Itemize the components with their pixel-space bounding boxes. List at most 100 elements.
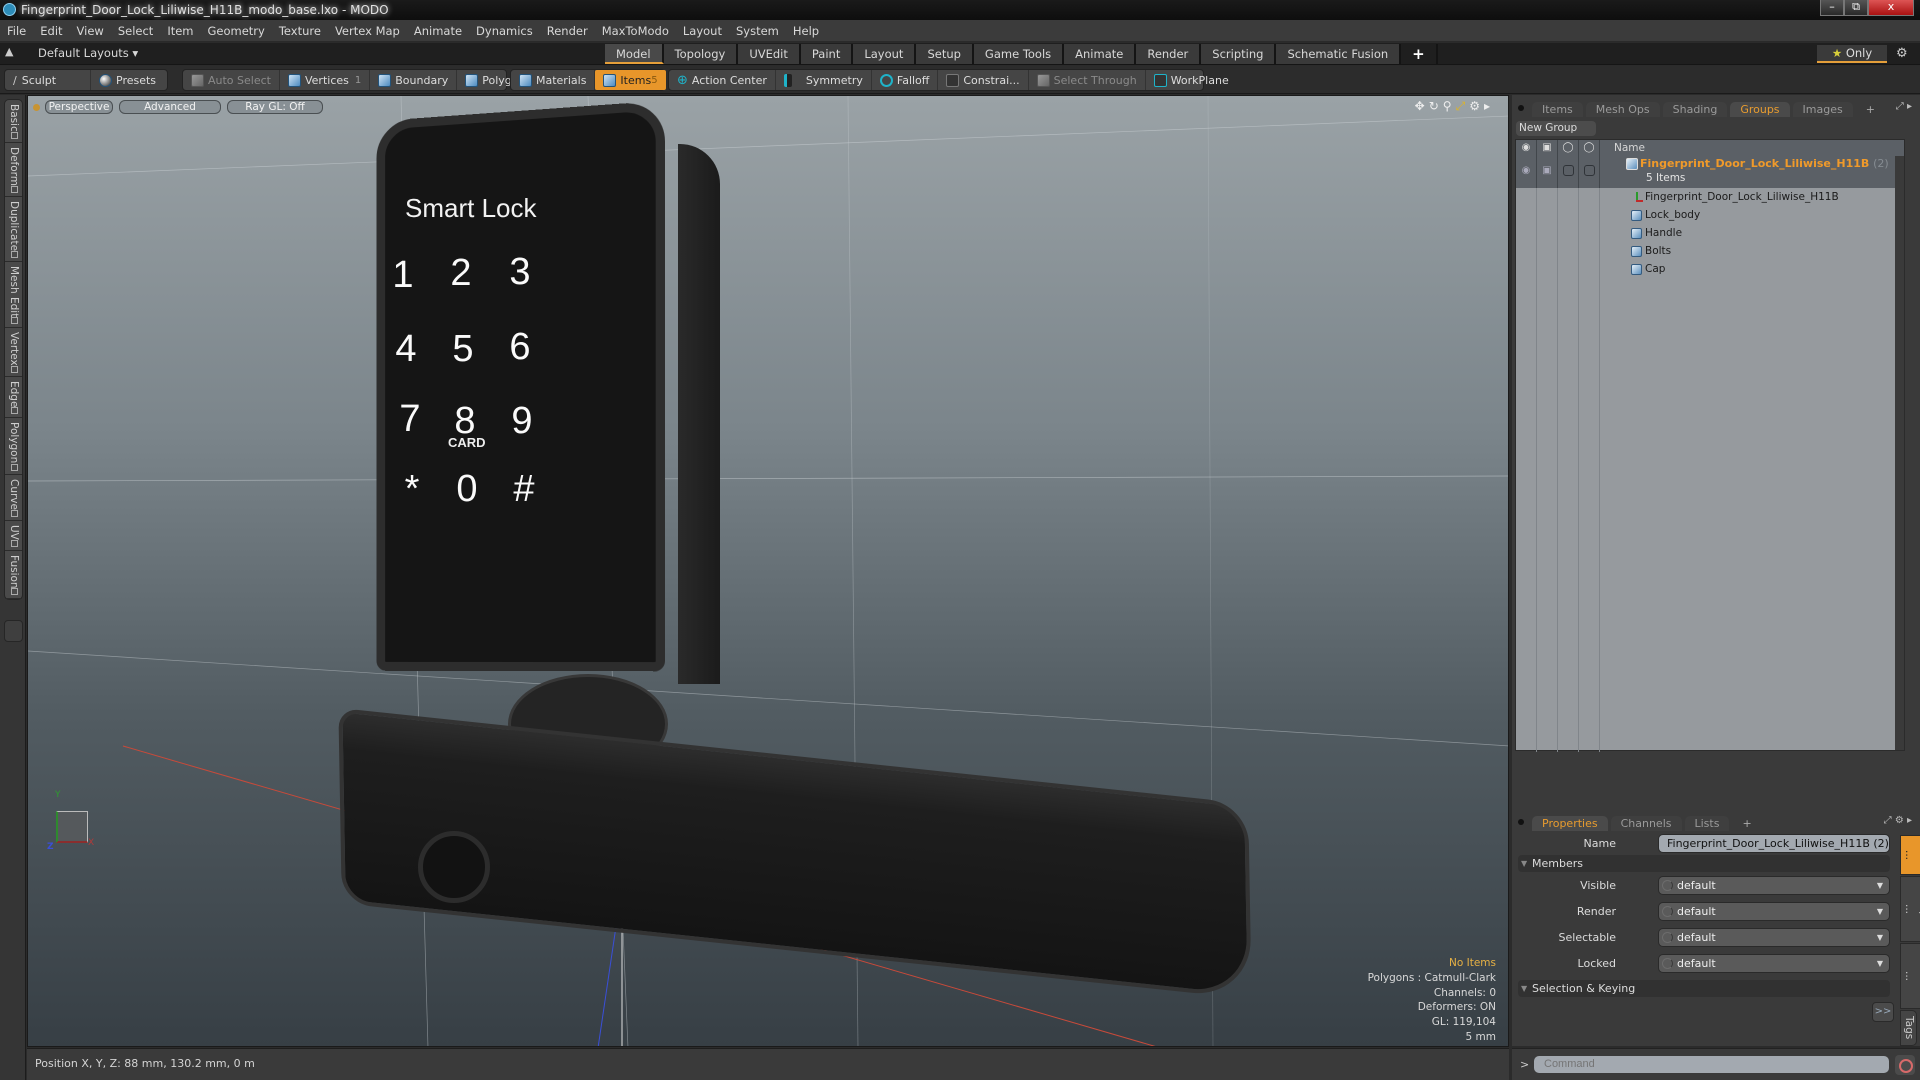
zoom-icon[interactable]: ⚲ [1443, 99, 1452, 114]
vtab-mesh-edit[interactable]: Mesh Edit [5, 262, 22, 329]
group-render-camera-icon[interactable]: ▣ [1537, 156, 1558, 188]
vtab-vertex[interactable]: Vertex [5, 328, 22, 377]
group-locked-toggle[interactable] [1583, 164, 1595, 176]
new-group-button[interactable]: New Group [1516, 121, 1596, 136]
add-panel-tab-button[interactable]: + [1856, 102, 1885, 117]
maximize-viewport-icon[interactable]: ⤢ [1456, 99, 1466, 114]
side-tab-user-channels[interactable]: User Cha ... [1900, 943, 1920, 1009]
raygl-button[interactable]: Ray GL: Off [227, 100, 323, 114]
workplane-button[interactable]: WorkPlane [1146, 70, 1237, 90]
tab-game-tools[interactable]: Game Tools [973, 44, 1065, 64]
extra-tab-button[interactable] [4, 620, 23, 642]
group-visible-eye-icon[interactable]: ◉ [1516, 156, 1537, 188]
add-tab-button[interactable]: + [1401, 44, 1438, 64]
visible-dropdown[interactable]: default ▼ [1658, 876, 1890, 895]
menu-layout[interactable]: Layout [676, 24, 729, 38]
menu-system[interactable]: System [729, 24, 786, 38]
list-item[interactable]: Bolts [1516, 242, 1904, 260]
symmetry-button[interactable]: Symmetry [776, 70, 872, 90]
menu-animate[interactable]: Animate [407, 24, 469, 38]
only-button[interactable]: ★ Only [1817, 45, 1887, 63]
viewport-settings-icon[interactable]: ⚙ [1469, 99, 1480, 114]
materials-button[interactable]: Materials [511, 70, 596, 90]
menu-geometry[interactable]: Geometry [201, 24, 272, 38]
menu-help[interactable]: Help [786, 24, 826, 38]
sculpt-button[interactable]: ∕ Sculpt [5, 70, 91, 90]
vtab-edge[interactable]: Edge [5, 377, 22, 419]
collapse-arrow-icon[interactable]: ▲ [5, 45, 13, 58]
vtab-fusion[interactable]: Fusion [5, 551, 22, 600]
members-section[interactable]: ▼ Members [1518, 855, 1890, 872]
render-column-camera-icon[interactable]: ▣ [1537, 140, 1558, 156]
maximize-button[interactable]: ⧉ [1844, 0, 1868, 16]
vertices-button[interactable]: Vertices 1 [280, 70, 371, 90]
menu-texture[interactable]: Texture [272, 24, 328, 38]
properties-menu-icon[interactable] [1518, 819, 1524, 825]
selectable-dropdown[interactable]: default ▼ [1658, 928, 1890, 947]
group-selectable-toggle[interactable] [1562, 164, 1574, 176]
tab-scripting[interactable]: Scripting [1201, 44, 1277, 64]
auto-select-button[interactable]: Auto Select [183, 70, 280, 90]
viewport-status-dot-icon[interactable] [33, 103, 40, 111]
list-item[interactable]: Handle [1516, 224, 1904, 242]
vtab-duplicate[interactable]: Duplicate [5, 197, 22, 262]
gear-icon[interactable]: ⚙ [1896, 46, 1908, 61]
minimize-button[interactable]: – [1820, 0, 1844, 16]
action-center-button[interactable]: ⊕ Action Center [669, 70, 776, 90]
close-button[interactable]: x [1868, 0, 1914, 16]
menu-render[interactable]: Render [540, 24, 595, 38]
list-item[interactable]: Lock_body [1516, 206, 1904, 224]
constraints-button[interactable]: Constrai... [938, 70, 1029, 90]
selection-keying-section[interactable]: ▼ Selection & Keying [1518, 980, 1890, 997]
side-tab-tags[interactable]: Tags [1900, 1010, 1917, 1046]
command-input[interactable] [1534, 1056, 1889, 1073]
menu-vertex-map[interactable]: Vertex Map [328, 24, 407, 38]
3d-viewport[interactable]: Perspective Advanced Ray GL: Off ✥ ↻ ⚲ ⤢… [27, 95, 1509, 1047]
lock-column-cube-icon[interactable]: ◯ [1579, 140, 1600, 156]
groups-list-scrollbar[interactable] [1895, 156, 1904, 750]
tab-topology[interactable]: Topology [663, 44, 739, 64]
menu-item[interactable]: Item [160, 24, 200, 38]
tab-images[interactable]: Images [1792, 102, 1853, 117]
tab-paint[interactable]: Paint [800, 44, 854, 64]
tab-mesh-ops[interactable]: Mesh Ops [1585, 102, 1660, 117]
vtab-deform[interactable]: Deform [5, 143, 22, 197]
tab-setup[interactable]: Setup [916, 44, 974, 64]
locked-dropdown[interactable]: default ▼ [1658, 954, 1890, 973]
layout-selector[interactable]: Default Layouts ▾ [38, 46, 138, 60]
menu-select[interactable]: Select [111, 24, 160, 38]
vtab-curve[interactable]: Curve [5, 475, 22, 521]
tab-lists[interactable]: Lists [1684, 816, 1730, 831]
tab-schematic-fusion[interactable]: Schematic Fusion [1276, 44, 1402, 64]
boundary-button[interactable]: Boundary [370, 70, 458, 90]
properties-expand-icon[interactable]: ⤢ ⚙ ▸ [1884, 815, 1912, 826]
rotate-icon[interactable]: ↻ [1429, 99, 1439, 114]
group-row[interactable]: ◉ ▣ Fingerprint_Door_Lock_Liliwise_H11B … [1516, 156, 1904, 188]
record-macro-icon[interactable] [1895, 1055, 1915, 1075]
menu-file[interactable]: File [0, 24, 33, 38]
tab-layout[interactable]: Layout [853, 44, 917, 64]
tab-groups[interactable]: Groups [1730, 102, 1790, 117]
vtab-basic[interactable]: Basic [5, 100, 22, 143]
tab-uvedit[interactable]: UVEdit [738, 44, 801, 64]
vtab-polygon[interactable]: Polygon [5, 418, 22, 475]
pan-icon[interactable]: ✥ [1415, 99, 1425, 114]
menu-edit[interactable]: Edit [33, 24, 69, 38]
tab-items[interactable]: Items [1532, 102, 1583, 117]
visibility-column-eye-icon[interactable]: ◉ [1516, 140, 1537, 156]
items-button[interactable]: Items 5 [595, 70, 666, 90]
name-column-header[interactable]: Name [1600, 142, 1645, 154]
tab-channels[interactable]: Channels [1610, 816, 1682, 831]
list-item[interactable]: Cap [1516, 260, 1904, 278]
viewport-menu-arrow-icon[interactable]: ▸ [1484, 99, 1490, 114]
side-tab-group[interactable]: Gro ... [1900, 835, 1920, 875]
tab-animate[interactable]: Animate [1064, 44, 1137, 64]
presets-button[interactable]: Presets [91, 70, 164, 90]
group-name-field[interactable]: Fingerprint_Door_Lock_Liliwise_H11B (2) [1658, 834, 1890, 853]
vtab-uv[interactable]: UV [5, 521, 22, 551]
side-tab-group-display[interactable]: Group Di ... [1900, 876, 1920, 942]
list-item[interactable]: Fingerprint_Door_Lock_Liliwise_H11B [1516, 188, 1904, 206]
tab-model[interactable]: Model [605, 44, 664, 64]
add-properties-tab-button[interactable]: + [1732, 816, 1761, 831]
menu-dynamics[interactable]: Dynamics [469, 24, 540, 38]
